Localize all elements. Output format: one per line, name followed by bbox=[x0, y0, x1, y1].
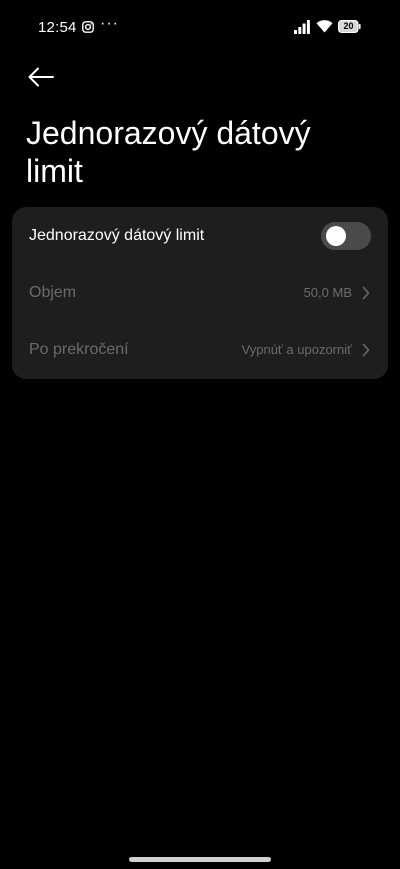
volume-row[interactable]: Objem 50,0 MB bbox=[12, 266, 388, 322]
toggle-knob bbox=[326, 226, 346, 246]
volume-value: 50,0 MB bbox=[303, 285, 352, 300]
battery-level: 20 bbox=[343, 21, 354, 31]
more-notifications-icon: ··· bbox=[100, 15, 119, 32]
data-limit-toggle-label: Jednorazový dátový limit bbox=[29, 227, 205, 244]
status-time: 12:54 bbox=[38, 19, 77, 36]
signal-icon bbox=[294, 20, 310, 34]
data-limit-toggle-row[interactable]: Jednorazový dátový limit bbox=[12, 209, 388, 265]
settings-card: Jednorazový dátový limit Objem 50,0 MB P… bbox=[12, 207, 388, 379]
status-bar: 12:54 ··· 20 bbox=[0, 0, 400, 56]
after-exceed-row[interactable]: Po prekročení Vypnúť a upozorniť bbox=[12, 323, 388, 379]
instagram-icon bbox=[82, 21, 94, 33]
home-indicator[interactable] bbox=[129, 857, 271, 862]
chevron-right-icon bbox=[362, 286, 370, 300]
back-button[interactable] bbox=[22, 62, 60, 94]
chevron-right-icon bbox=[362, 343, 370, 357]
after-exceed-value: Vypnúť a upozorniť bbox=[241, 342, 352, 357]
after-exceed-label: Po prekročení bbox=[29, 341, 129, 358]
arrow-left-icon bbox=[28, 67, 54, 87]
data-limit-toggle[interactable] bbox=[321, 222, 371, 250]
page-title: Jednorazový dátový limit bbox=[26, 115, 311, 189]
wifi-icon bbox=[316, 20, 333, 33]
volume-label: Objem bbox=[29, 284, 77, 301]
